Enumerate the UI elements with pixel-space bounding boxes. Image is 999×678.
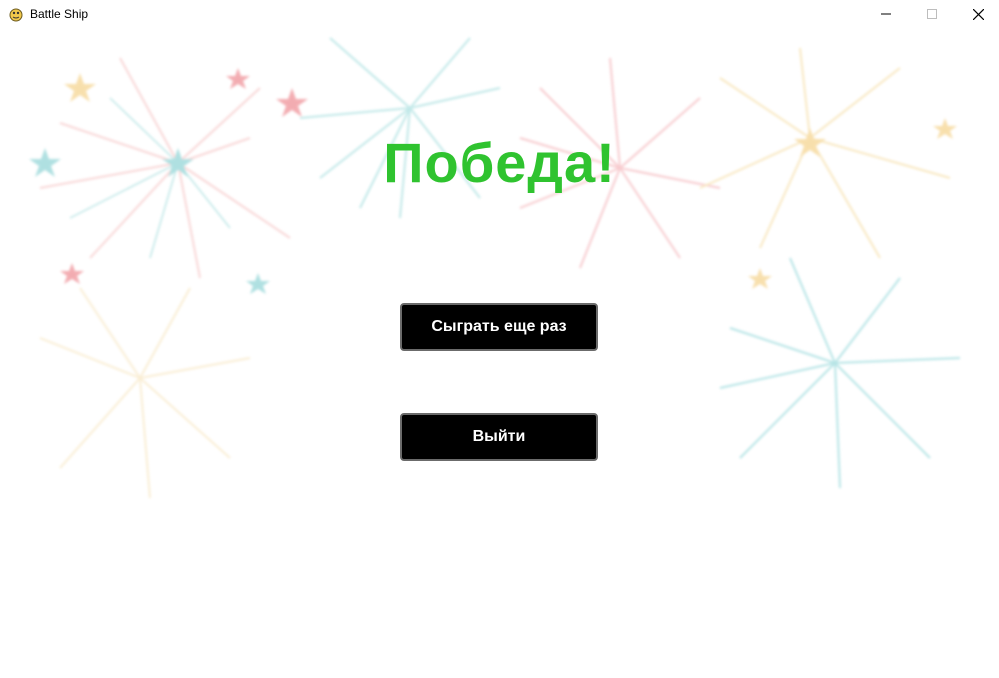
title-bar: Battle Ship bbox=[0, 0, 999, 28]
maximize-icon bbox=[927, 9, 937, 19]
close-button[interactable] bbox=[955, 0, 999, 28]
victory-screen: Победа! Сыграть еще раз Выйти bbox=[0, 28, 999, 678]
play-again-button[interactable]: Сыграть еще раз bbox=[400, 303, 598, 351]
close-icon bbox=[972, 8, 984, 20]
victory-title: Победа! bbox=[383, 131, 616, 194]
window-title: Battle Ship bbox=[30, 7, 89, 21]
pygame-snake-icon bbox=[9, 8, 23, 22]
quit-button[interactable]: Выйти bbox=[400, 413, 598, 461]
fireworks-background bbox=[29, 37, 961, 499]
minimize-icon bbox=[881, 13, 891, 15]
maximize-button[interactable] bbox=[909, 0, 955, 28]
minimize-button[interactable] bbox=[863, 0, 909, 28]
